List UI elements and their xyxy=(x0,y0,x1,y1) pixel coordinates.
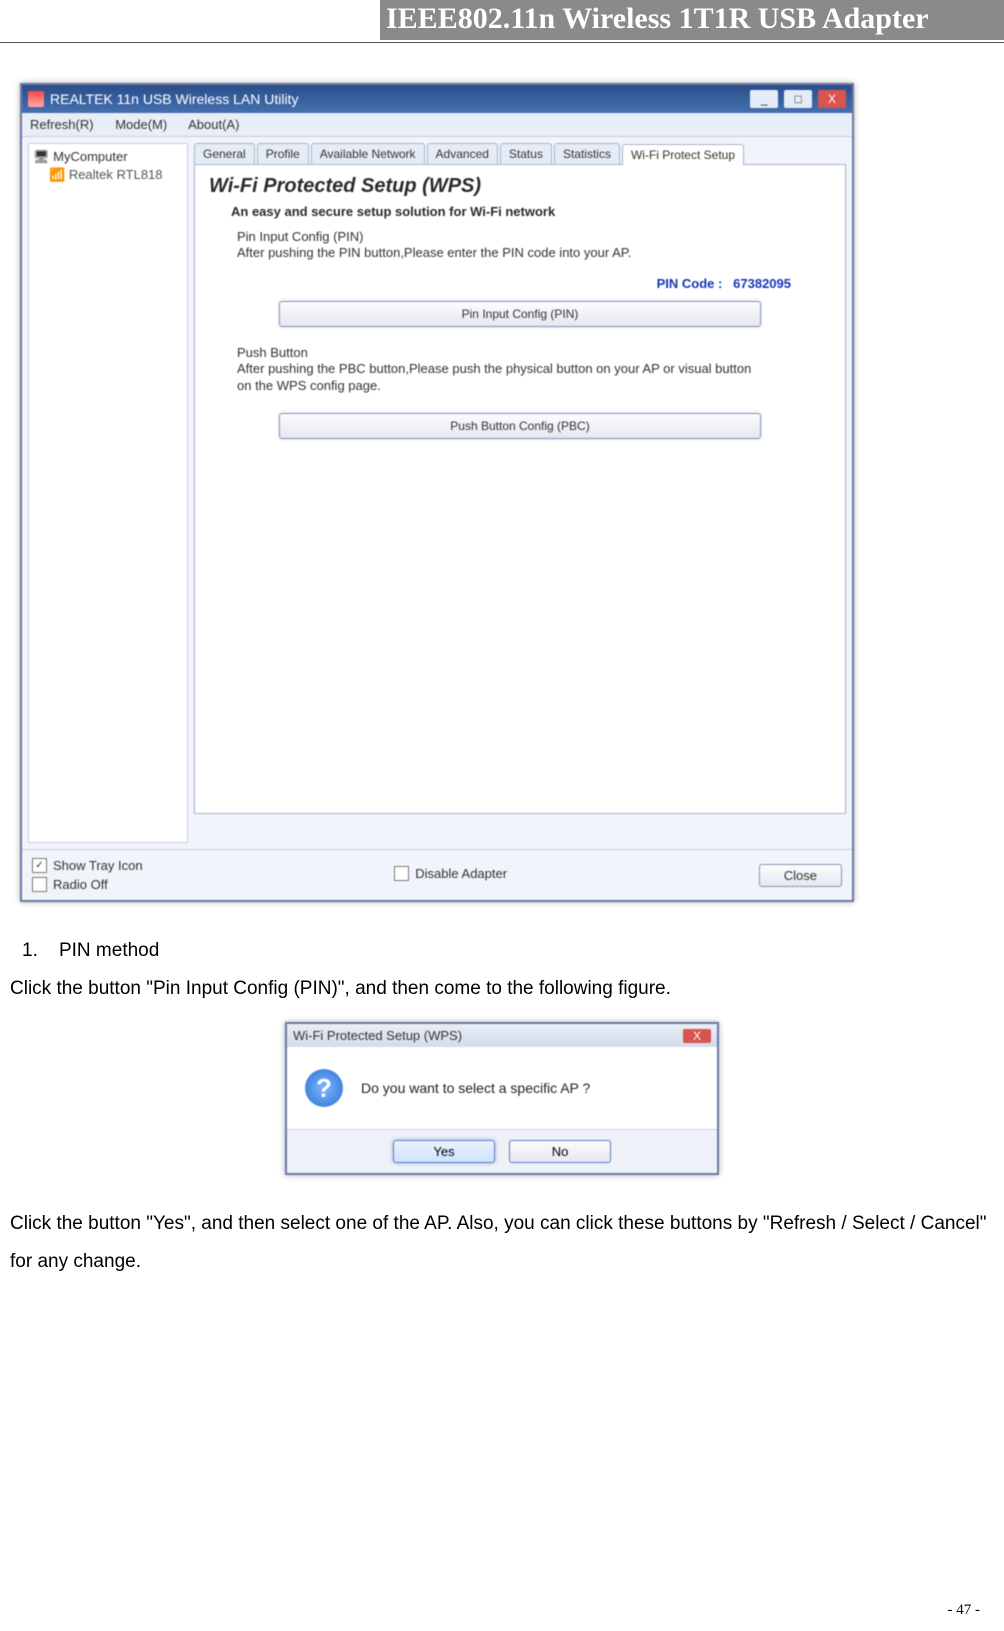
doc-header-band: IEEE802.11n Wireless 1T1R USB Adapter xyxy=(380,0,1004,40)
pin-input-config-button[interactable]: Pin Input Config (PIN) xyxy=(279,301,761,327)
device-tree[interactable]: 🖥 MyComputer 📶 Realtek RTL818 xyxy=(28,143,188,843)
tab-general[interactable]: General xyxy=(194,143,255,164)
menu-mode[interactable]: Mode(M) xyxy=(115,117,167,132)
dialog-no-button[interactable]: No xyxy=(509,1140,611,1163)
show-tray-checkbox[interactable]: ✓ xyxy=(32,858,47,873)
utility-close-button[interactable]: Close xyxy=(759,864,842,887)
menubar: Refresh(R) Mode(M) About(A) xyxy=(22,113,852,137)
show-tray-label: Show Tray Icon xyxy=(53,858,143,873)
computer-icon: 🖥 xyxy=(33,149,50,164)
tree-child[interactable]: 📶 Realtek RTL818 xyxy=(33,166,183,184)
maximize-button[interactable]: □ xyxy=(784,90,812,108)
radio-off-label: Radio Off xyxy=(53,877,108,892)
window-title: REALTEK 11n USB Wireless LAN Utility xyxy=(50,91,298,107)
page-number: - 47 - xyxy=(948,1602,981,1619)
step-title: PIN method xyxy=(59,940,159,961)
tree-child-label: Realtek RTL818 xyxy=(69,167,163,182)
dialog-yes-button[interactable]: Yes xyxy=(393,1140,495,1163)
instruction-block-2: Click the button "Yes", and then select … xyxy=(10,1205,994,1281)
menu-refresh[interactable]: Refresh(R) xyxy=(30,117,94,132)
push-button-config-button[interactable]: Push Button Config (PBC) xyxy=(279,413,761,439)
disable-adapter-checkbox[interactable] xyxy=(394,866,409,881)
radio-off-checkbox[interactable] xyxy=(32,877,47,892)
tab-status[interactable]: Status xyxy=(500,143,552,164)
tab-available-network[interactable]: Available Network xyxy=(311,143,425,164)
pin-code-line: PIN Code : 67382095 xyxy=(209,276,791,291)
question-icon: ? xyxy=(305,1069,343,1107)
pin-section-label: Pin Input Config (PIN) xyxy=(237,229,831,244)
instruction-line-1: Click the button "Pin Input Config (PIN)… xyxy=(10,970,994,1008)
push-section-label: Push Button xyxy=(237,345,831,360)
window-controls: _ □ X xyxy=(748,90,846,108)
utility-bottom-bar: ✓ Show Tray Icon Radio Off Disable Adapt… xyxy=(22,849,852,900)
tree-root-label: MyComputer xyxy=(53,149,127,164)
utility-window-figure: REALTEK 11n USB Wireless LAN Utility _ □… xyxy=(20,83,854,902)
tabstrip: General Profile Available Network Advanc… xyxy=(194,143,846,164)
tab-profile[interactable]: Profile xyxy=(257,143,309,164)
instruction-block: 1. PIN method Click the button "Pin Inpu… xyxy=(10,932,994,1008)
window-titlebar[interactable]: REALTEK 11n USB Wireless LAN Utility _ □… xyxy=(22,85,852,113)
dialog-title: Wi-Fi Protected Setup (WPS) xyxy=(293,1028,462,1043)
window-close-button[interactable]: X xyxy=(818,90,846,108)
tree-root[interactable]: 🖥 MyComputer xyxy=(33,148,183,166)
wps-select-ap-dialog: Wi-Fi Protected Setup (WPS) X ? Do you w… xyxy=(285,1022,719,1175)
tab-statistics[interactable]: Statistics xyxy=(554,143,620,164)
tab-advanced[interactable]: Advanced xyxy=(427,143,498,164)
pin-code-label: PIN Code : xyxy=(657,276,723,291)
minimize-button[interactable]: _ xyxy=(750,90,778,108)
adapter-icon: 📶 xyxy=(49,167,65,182)
push-section-desc: After pushing the PBC button,Please push… xyxy=(237,360,757,395)
disable-adapter-label: Disable Adapter xyxy=(415,866,507,881)
tab-wifi-protect-setup[interactable]: Wi-Fi Protect Setup xyxy=(622,144,744,165)
header-rule xyxy=(0,42,1004,43)
wps-heading: Wi-Fi Protected Setup (WPS) xyxy=(209,175,831,198)
dialog-close-button[interactable]: X xyxy=(683,1029,711,1043)
dialog-message: Do you want to select a specific AP ? xyxy=(361,1080,590,1096)
wps-tab-page: Wi-Fi Protected Setup (WPS) An easy and … xyxy=(194,164,846,814)
pin-code-value: 67382095 xyxy=(733,276,791,291)
app-icon xyxy=(28,91,44,107)
instruction-line-2: Click the button "Yes", and then select … xyxy=(10,1205,994,1281)
wps-subheading: An easy and secure setup solution for Wi… xyxy=(231,204,831,219)
pin-section-desc: After pushing the PIN button,Please ente… xyxy=(237,244,757,262)
dialog-titlebar[interactable]: Wi-Fi Protected Setup (WPS) X xyxy=(287,1024,717,1047)
step-number: 1. xyxy=(22,940,38,961)
menu-about[interactable]: About(A) xyxy=(188,117,239,132)
